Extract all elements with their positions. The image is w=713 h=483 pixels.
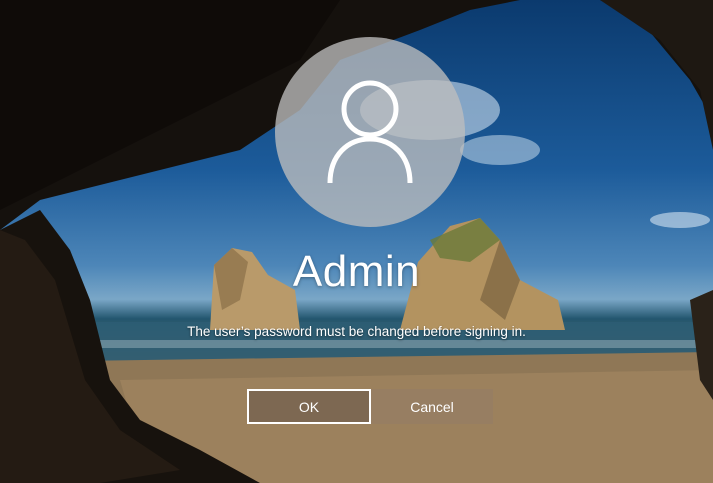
password-change-message: The user’s password must be changed befo… [187, 324, 526, 339]
cancel-button[interactable]: Cancel [371, 389, 493, 424]
username-label: Admin [292, 247, 421, 296]
cancel-button-label: Cancel [410, 398, 454, 415]
lock-screen: Admin The user’s password must be change… [0, 0, 713, 483]
ok-button-label: OK [298, 398, 320, 415]
user-avatar-icon [327, 80, 413, 184]
user-avatar [275, 37, 465, 227]
ok-button[interactable]: OK [247, 389, 371, 424]
